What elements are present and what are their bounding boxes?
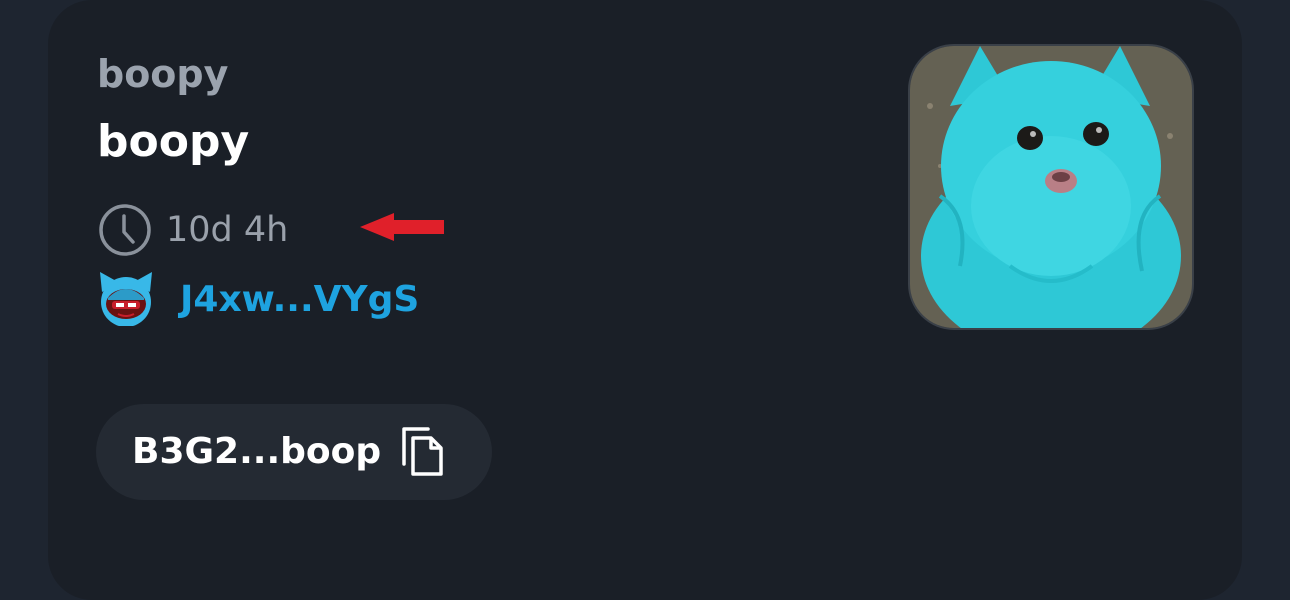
copy-address-button[interactable]: B3G2...boop [96,404,492,500]
token-name: boopy [97,116,250,167]
token-age-row: 10d 4h [98,204,288,256]
token-image [908,44,1194,330]
red-arrow-left-icon [356,209,448,249]
clock-icon [98,203,152,257]
creator-row[interactable]: J4xw...VYgS [96,272,419,328]
token-age: 10d 4h [166,210,289,250]
token-address: B3G2...boop [132,431,382,472]
copy-icon[interactable] [401,426,445,478]
creator-avatar-icon [96,270,156,330]
token-symbol: boopy [97,52,229,96]
creator-address-link[interactable]: J4xw...VYgS [180,272,419,328]
